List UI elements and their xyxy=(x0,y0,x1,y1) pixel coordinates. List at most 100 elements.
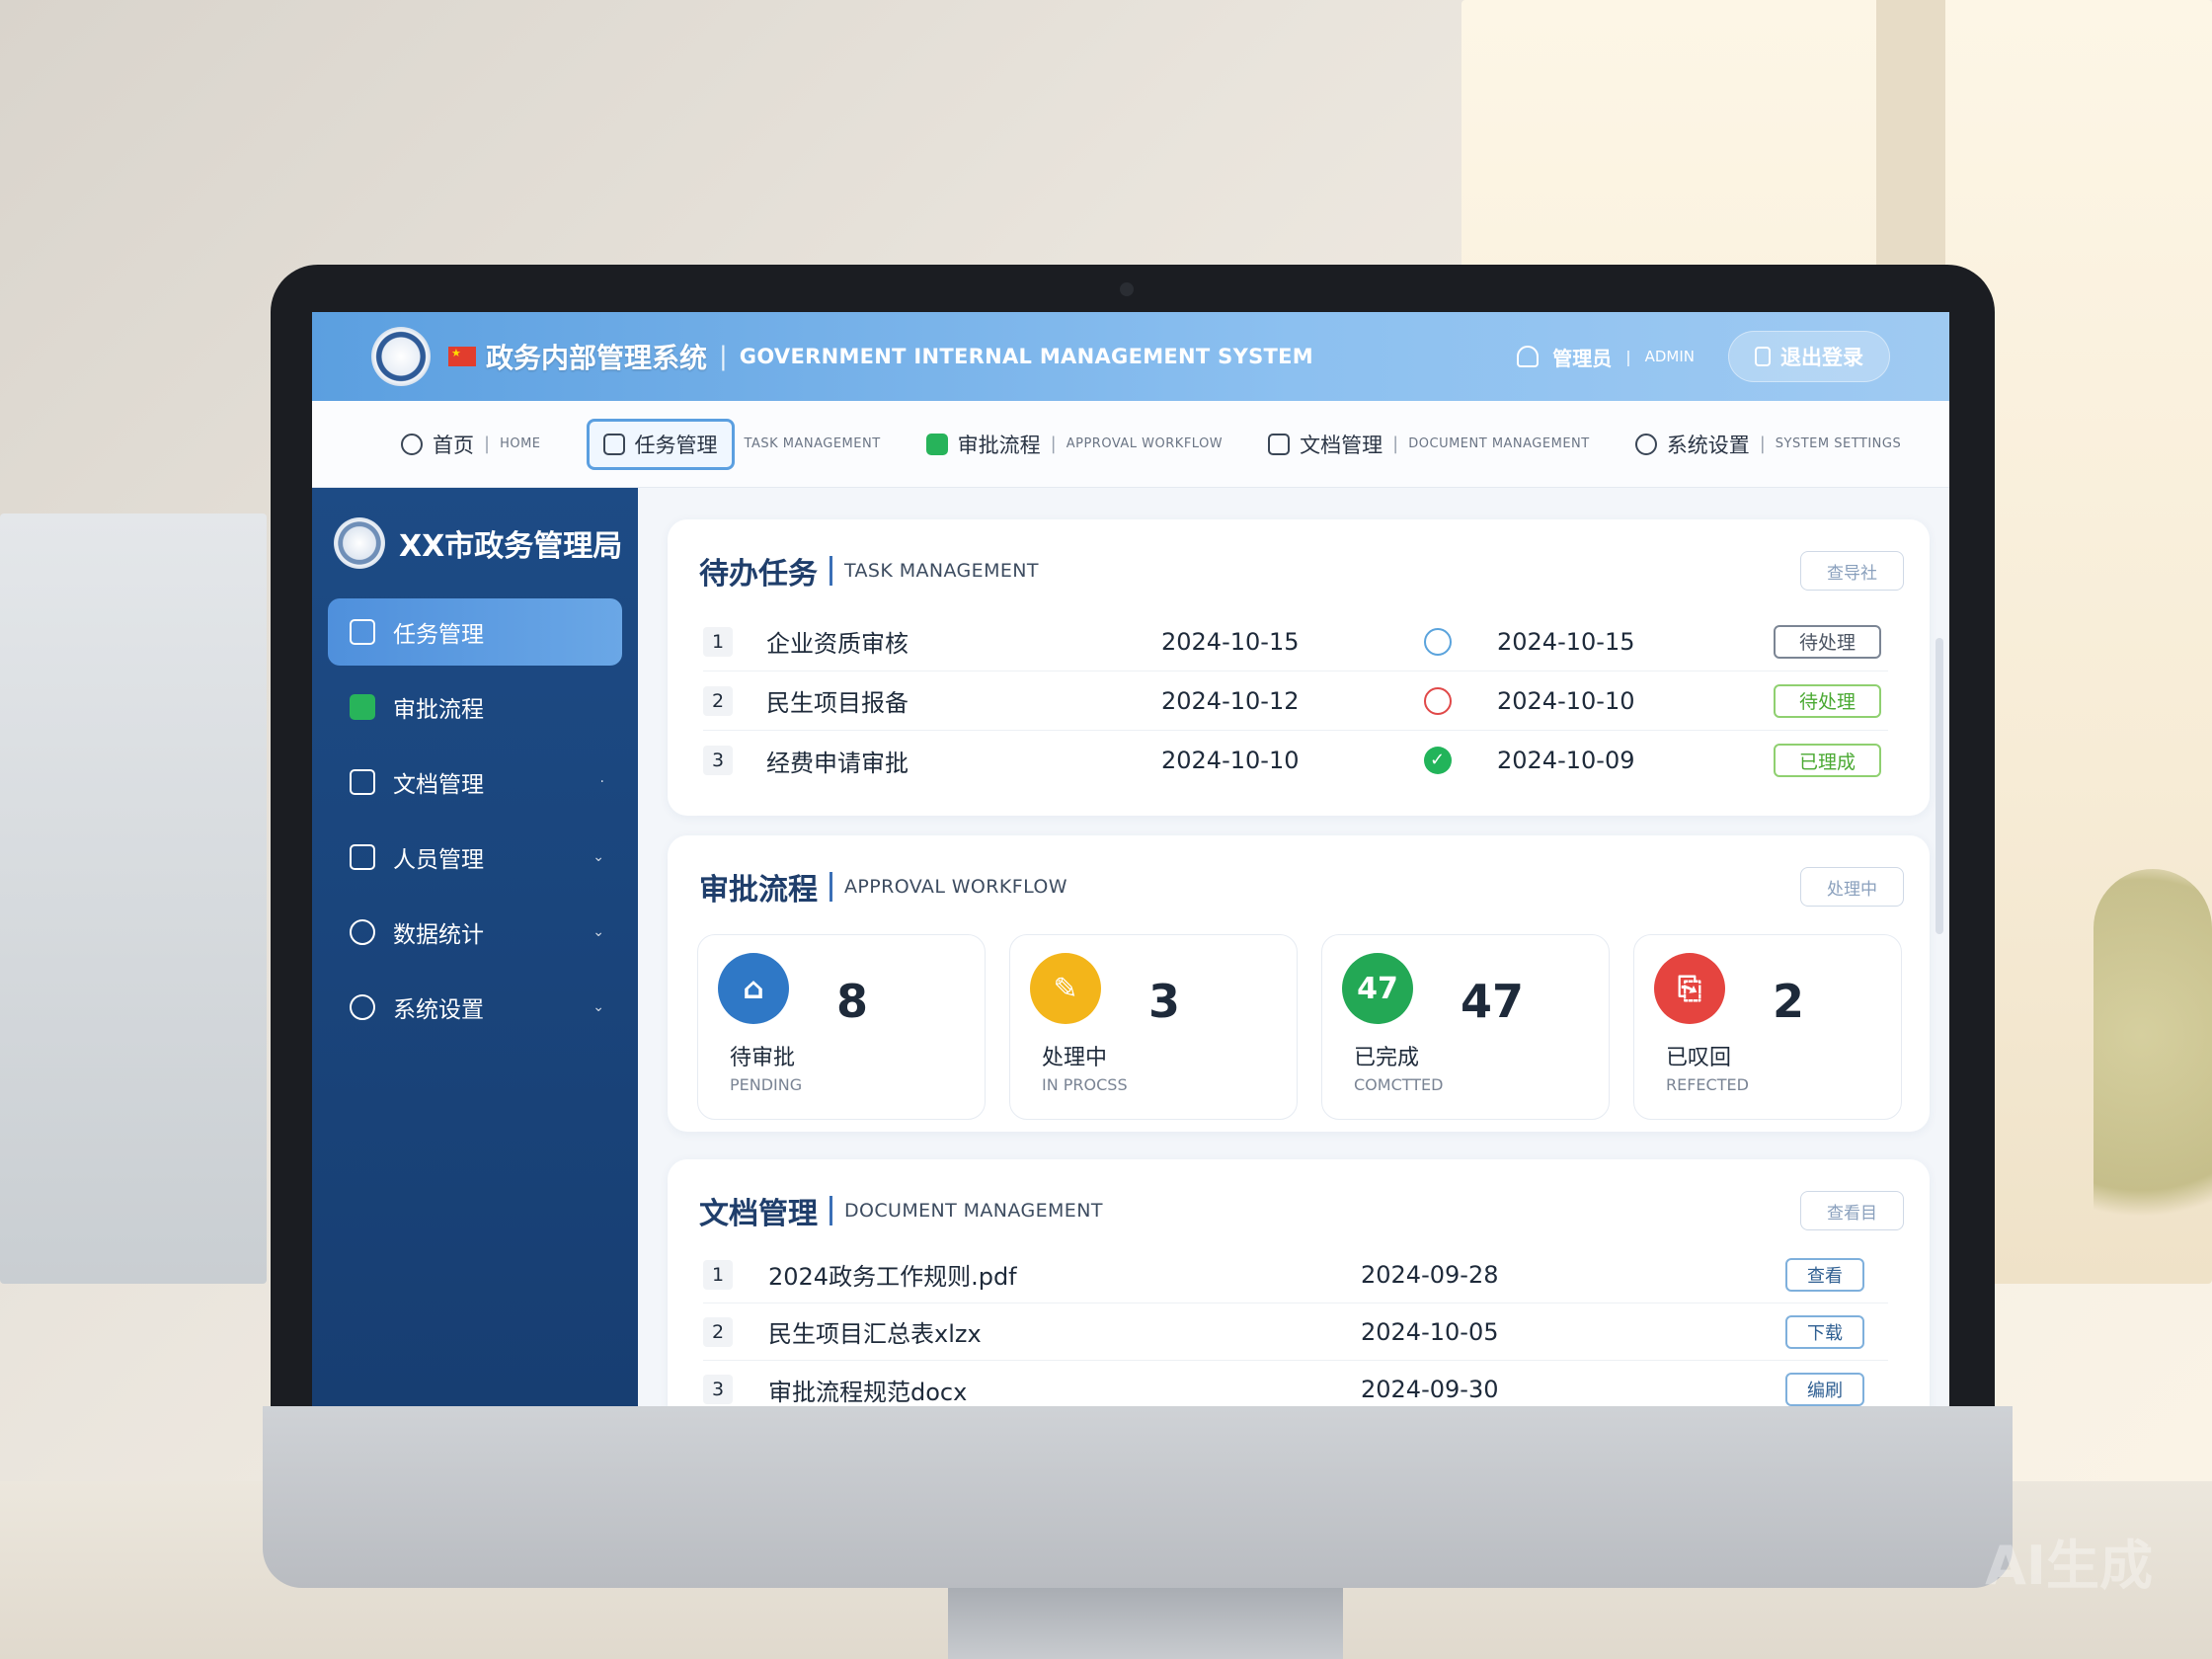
top-header: 政务内部管理系统 | GOVERNMENT INTERNAL MANAGEMEN… xyxy=(312,312,1949,401)
approval-card-subtitle: APPROVAL WORKFLOW xyxy=(844,876,1067,898)
sidebar-item-settings[interactable]: 系统设置 ⌄ xyxy=(328,974,622,1041)
nav-document[interactable]: 文档管理 | DOCUMENT MANAGEMENT xyxy=(1268,430,1590,459)
list-item[interactable]: 1 2024政务工作规则.pdf 2024-09-28 查看 xyxy=(703,1246,1888,1304)
nav-document-label: 文档管理 xyxy=(1300,433,1383,457)
sidebar: XX市政务管理局 任务管理 审批流程 文档管理 · 人员管理 ⌄ 数据统计 ⌄ … xyxy=(312,488,638,1406)
flag-icon xyxy=(448,347,476,366)
document-date: 2024-09-30 xyxy=(1361,1376,1499,1403)
view-button[interactable]: 查看 xyxy=(1785,1257,1864,1292)
sidebar-item-label: 任务管理 xyxy=(393,622,484,648)
approval-card-header: 审批流程 APPROVAL WORKFLOW 处理中 xyxy=(668,835,1930,908)
admin-label[interactable]: 管理员 xyxy=(1552,343,1612,371)
emblem-icon xyxy=(334,517,385,569)
approval-card-title: 审批流程 xyxy=(699,873,818,908)
task-date: 2024-10-10 xyxy=(1161,747,1300,774)
task-name: 民生项目报备 xyxy=(766,689,908,717)
stat-processing[interactable]: ✎ 3 处理中 IN PROCSS xyxy=(1009,934,1298,1120)
edit-button[interactable]: 编刷 xyxy=(1785,1373,1864,1406)
sidebar-item-task[interactable]: 任务管理 xyxy=(328,598,622,666)
approval-filter-button[interactable]: 处理中 xyxy=(1800,867,1904,907)
approval-icon xyxy=(925,433,948,455)
completed-count-icon: 47 xyxy=(1342,953,1413,1024)
title-divider xyxy=(830,872,832,902)
document-name: 2024政务工作规则.pdf xyxy=(768,1263,1017,1291)
stat-rejected[interactable]: ⎘ 2 已叹回 REFECTED xyxy=(1633,934,1902,1120)
nav-settings-en: SYSTEM SETTINGS xyxy=(1775,436,1902,451)
document-view-button[interactable]: 查看目 xyxy=(1800,1191,1904,1230)
stat-value: 47 xyxy=(1461,975,1525,1028)
task-icon xyxy=(602,433,625,455)
title-separator: | xyxy=(719,342,728,371)
nav-home-label: 首页 xyxy=(433,433,474,457)
scrollbar[interactable] xyxy=(1936,638,1943,934)
check-icon xyxy=(350,694,375,720)
people-icon xyxy=(350,844,375,870)
settings-icon xyxy=(350,994,375,1020)
status-cell xyxy=(1379,686,1497,715)
stat-label: 已叹回 xyxy=(1666,1046,1732,1070)
sidebar-item-document[interactable]: 文档管理 · xyxy=(328,749,622,816)
task-deadline: 2024-10-09 xyxy=(1497,747,1635,774)
pending-circle-icon xyxy=(1424,627,1452,656)
task-name: 经费申请审批 xyxy=(766,749,908,777)
stat-label-en: REFECTED xyxy=(1666,1075,1749,1094)
nav-settings[interactable]: 系统设置 | SYSTEM SETTINGS xyxy=(1634,430,1902,459)
title-divider xyxy=(830,556,832,586)
document-card: 文档管理 DOCUMENT MANAGEMENT 查看目 1 2024政务工作规… xyxy=(668,1159,1930,1406)
table-row[interactable]: 1 企业资质审核 2024-10-15 2024-10-15 待处理 xyxy=(703,612,1888,672)
download-button[interactable]: 下载 xyxy=(1785,1314,1864,1349)
sidebar-item-stats[interactable]: 数据统计 ⌄ xyxy=(328,899,622,966)
admin-separator: | xyxy=(1625,347,1631,366)
nav-task[interactable]: 任务管理 TASK MANAGEMENT xyxy=(586,418,881,470)
approval-stats: ⌂ 8 待审批 PENDING ✎ 3 处理中 IN PROCSS 47 47 … xyxy=(697,934,1902,1120)
edit-icon: ✎ xyxy=(1030,953,1101,1024)
stat-completed[interactable]: 47 47 已完成 COMCTTED xyxy=(1321,934,1610,1120)
warning-circle-icon xyxy=(1424,686,1452,715)
task-card: 待办任务 TASK MANAGEMENT 查导社 1 企业资质审核 2024-1… xyxy=(668,519,1930,816)
document-card-subtitle: DOCUMENT MANAGEMENT xyxy=(844,1200,1103,1222)
nav-approval[interactable]: 审批流程 | APPROVAL WORKFLOW xyxy=(925,430,1224,459)
nav-approval-en: APPROVAL WORKFLOW xyxy=(1066,436,1224,451)
table-row[interactable]: 2 民生项目报备 2024-10-12 2024-10-10 待处理 xyxy=(703,672,1888,731)
document-name: 审批流程规范docx xyxy=(768,1378,968,1406)
task-view-button[interactable]: 查导社 xyxy=(1800,551,1904,591)
list-item[interactable]: 3 审批流程规范docx 2024-09-30 编刷 xyxy=(703,1361,1888,1406)
task-deadline: 2024-10-10 xyxy=(1497,686,1635,715)
nav-home[interactable]: 首页 | HOME xyxy=(401,430,541,459)
monitor-chin xyxy=(263,1406,2013,1588)
task-name: 企业资质审核 xyxy=(766,630,908,658)
row-number: 1 xyxy=(703,626,733,657)
logout-label: 退出登录 xyxy=(1780,346,1863,369)
sidebar-item-label: 文档管理 xyxy=(393,772,484,798)
task-card-title: 待办任务 xyxy=(699,557,818,592)
lock-icon xyxy=(1755,347,1771,366)
list-item[interactable]: 2 民生项目汇总表xlzx 2024-10-05 下载 xyxy=(703,1304,1888,1361)
user-area: 管理员 | ADMIN 退出登录 xyxy=(1517,331,1890,382)
chart-icon xyxy=(350,919,375,945)
sidebar-item-people[interactable]: 人员管理 ⌄ xyxy=(328,824,622,891)
document-date: 2024-09-28 xyxy=(1361,1260,1499,1289)
table-row[interactable]: 3 经费申请审批 2024-10-10 2024-10-09 已理成 xyxy=(703,731,1888,790)
nav-home-en: HOME xyxy=(500,436,541,451)
stat-label: 处理中 xyxy=(1042,1046,1108,1070)
nav-separator: | xyxy=(1050,434,1057,454)
sidebar-brand: XX市政务管理局 xyxy=(312,517,638,569)
nav-task-label: 任务管理 xyxy=(634,433,718,457)
status-badge[interactable]: 待处理 xyxy=(1774,683,1882,718)
sidebar-item-label: 人员管理 xyxy=(393,847,484,873)
nav-task-active-box[interactable]: 任务管理 xyxy=(586,418,735,470)
status-cell xyxy=(1379,747,1497,774)
chevron-down-icon: ⌄ xyxy=(592,849,604,865)
nav-separator: | xyxy=(1759,434,1766,454)
task-date: 2024-10-12 xyxy=(1161,686,1300,715)
stat-label: 已完成 xyxy=(1354,1046,1420,1070)
sidebar-item-approval[interactable]: 审批流程 xyxy=(328,673,622,741)
status-badge[interactable]: 已理成 xyxy=(1774,744,1882,777)
stat-pending[interactable]: ⌂ 8 待审批 PENDING xyxy=(697,934,986,1120)
logout-button[interactable]: 退出登录 xyxy=(1728,331,1890,382)
document-card-title: 文档管理 xyxy=(699,1197,818,1231)
user-icon xyxy=(1517,346,1540,367)
status-badge[interactable]: 待处理 xyxy=(1774,624,1882,659)
nav-document-en: DOCUMENT MANAGEMENT xyxy=(1408,436,1590,451)
row-number: 3 xyxy=(703,1375,733,1404)
